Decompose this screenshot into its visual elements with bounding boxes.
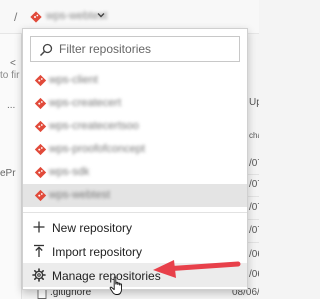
repository-name: wps-createcertsoo [49, 120, 139, 132]
repository-item[interactable]: wps-createcertsoo [23, 115, 247, 138]
chevron-down-icon[interactable] [96, 10, 106, 20]
date-cell: /07/ [249, 202, 259, 213]
gear-icon [32, 268, 46, 282]
screenshot-stage: / wps-webtest < to fir ... ePr Upl cha /… [0, 0, 259, 299]
repository-dropdown: wps-client wps-createcert wps-createcert… [22, 28, 248, 290]
git-repo-icon [34, 74, 47, 87]
menu-divider [23, 212, 247, 213]
repository-name: wps-client [49, 74, 98, 86]
more-options-icon[interactable]: ... [7, 100, 15, 111]
row-divider [248, 242, 259, 243]
import-repository-label: Import repository [52, 245, 143, 259]
breadcrumb-separator: / [14, 10, 18, 24]
annotation-arrow-icon [153, 260, 241, 278]
git-repo-icon [34, 97, 47, 110]
git-repo-icon [34, 143, 47, 156]
repository-name: wps-webtest [49, 189, 111, 201]
commit-message-fragment: Upl [249, 97, 259, 108]
new-repository-label: New repository [52, 221, 133, 235]
manage-repositories-label: Manage repositories [52, 269, 161, 283]
import-icon [34, 244, 44, 257]
filter-repositories-input[interactable] [59, 37, 237, 61]
new-repository-button[interactable]: New repository [23, 215, 247, 239]
repository-name: wps-createcert [49, 97, 122, 109]
repository-name: wps-proofofconcept [49, 143, 145, 155]
left-pane-text: to fir [0, 70, 20, 81]
repository-item[interactable]: wps-proofofconcept [23, 138, 247, 161]
git-repo-icon [34, 189, 47, 202]
plus-icon [33, 221, 45, 233]
repository-name: wps-sdk [49, 166, 90, 178]
filter-repositories-box[interactable] [30, 36, 240, 62]
git-repo-icon [34, 166, 47, 179]
date-cell: /07/ [249, 225, 259, 236]
date-cell: /07/ [249, 179, 259, 190]
changes-fragment: cha [249, 131, 259, 140]
git-repo-icon [30, 11, 42, 23]
hand-pointer-icon [109, 276, 122, 295]
repository-item[interactable]: wps-createcert [23, 92, 247, 115]
date-cell: /06/ [249, 269, 259, 280]
repository-item[interactable]: wps-sdk [23, 161, 247, 184]
git-repo-icon [34, 120, 47, 133]
row-divider [248, 174, 259, 175]
repository-item-selected[interactable]: wps-webtest [23, 184, 247, 207]
row-divider [248, 219, 259, 220]
date-cell: /07/ [249, 158, 259, 169]
left-pane-item: ePr [0, 168, 16, 179]
repository-item[interactable]: wps-client [23, 69, 247, 92]
search-icon [39, 43, 53, 57]
date-cell: /06/ [249, 249, 259, 260]
repository-list: wps-client wps-createcert wps-createcert… [23, 69, 247, 207]
row-divider [248, 196, 259, 197]
collapse-icon[interactable]: < [10, 58, 16, 69]
